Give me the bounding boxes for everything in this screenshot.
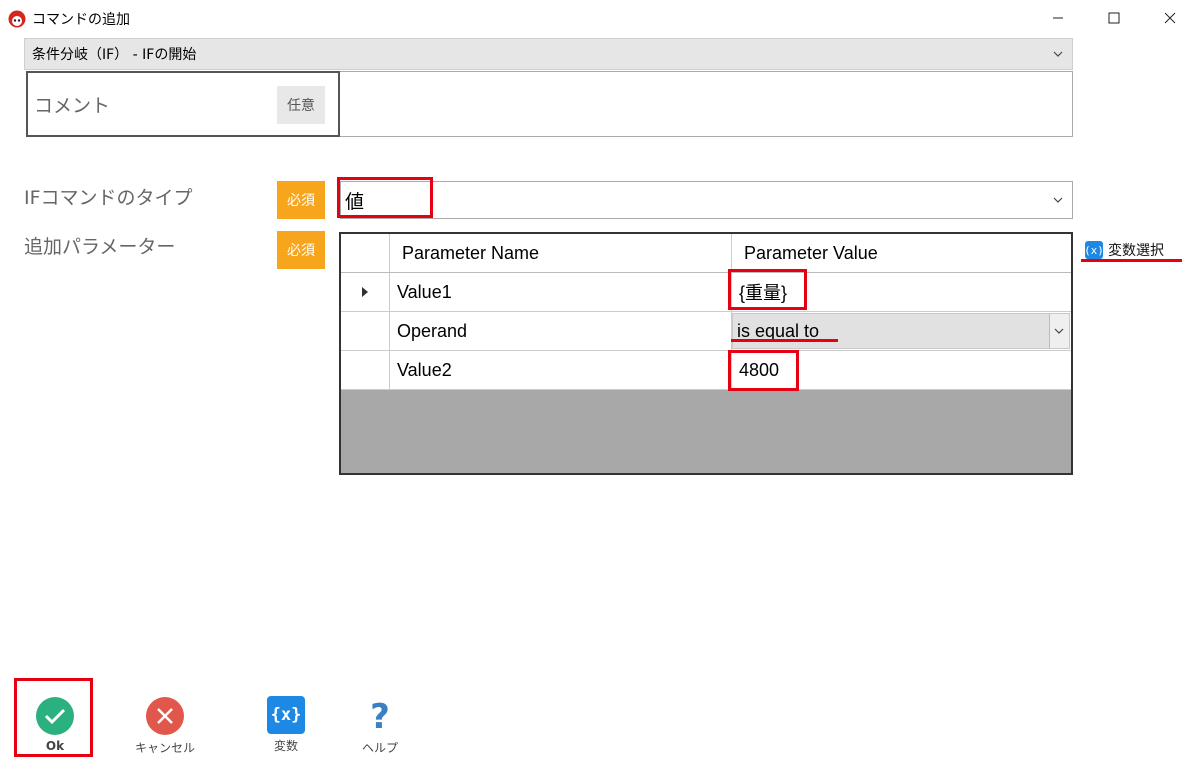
variable-select-link[interactable]: (x) 変数選択 bbox=[1084, 238, 1164, 262]
help-icon: ? bbox=[360, 696, 400, 736]
app-icon bbox=[8, 10, 26, 28]
cancel-button[interactable]: キャンセル bbox=[125, 692, 205, 756]
window-title: コマンドの追加 bbox=[32, 12, 130, 28]
close-icon bbox=[1164, 12, 1176, 24]
help-button[interactable]: ? ヘルプ bbox=[340, 692, 420, 756]
variables-icon-text: {x} bbox=[270, 705, 302, 725]
variables-button[interactable]: {x} 変数 bbox=[246, 692, 326, 756]
minimize-button[interactable] bbox=[1030, 0, 1086, 36]
operand-dropdown-button[interactable] bbox=[1049, 314, 1069, 348]
param-value-cell[interactable]: {重量} bbox=[732, 273, 1071, 311]
title-bar: コマンドの追加 bbox=[0, 0, 1200, 36]
parameter-grid: Parameter Name Parameter Value Value1 {重… bbox=[339, 232, 1073, 475]
header-corner bbox=[341, 234, 390, 272]
table-row[interactable]: Value1 {重量} bbox=[341, 273, 1071, 312]
ok-button[interactable]: Ok bbox=[15, 692, 95, 756]
param-name-cell[interactable]: Value1 bbox=[390, 273, 732, 311]
help-label: ヘルプ bbox=[361, 741, 398, 755]
grid-header: Parameter Name Parameter Value bbox=[341, 234, 1071, 273]
chevron-down-icon bbox=[1053, 197, 1063, 203]
comment-input[interactable] bbox=[340, 71, 1073, 137]
minimize-icon bbox=[1053, 17, 1063, 19]
if-type-select[interactable]: 値 bbox=[340, 181, 1073, 219]
maximize-button[interactable] bbox=[1086, 0, 1142, 36]
variable-select-label: 変数選択 bbox=[1108, 243, 1164, 259]
param-name-cell[interactable]: Value2 bbox=[390, 351, 732, 389]
maximize-icon bbox=[1108, 12, 1120, 24]
variables-icon: {x} bbox=[267, 696, 305, 734]
operand-value: is equal to bbox=[737, 320, 820, 341]
row-selector[interactable] bbox=[341, 351, 390, 389]
command-select-value: 条件分岐（IF） - IFの開始 bbox=[32, 47, 197, 63]
variable-icon: (x) bbox=[1084, 241, 1104, 259]
chevron-down-icon bbox=[1054, 328, 1064, 334]
table-row[interactable]: Operand is equal to bbox=[341, 312, 1071, 351]
if-type-value: 値 bbox=[345, 190, 365, 213]
svg-text:?: ? bbox=[370, 697, 390, 736]
optional-badge: 任意 bbox=[277, 86, 325, 124]
chevron-down-icon bbox=[1053, 51, 1063, 57]
row-selector[interactable] bbox=[341, 273, 390, 311]
column-header-value[interactable]: Parameter Value bbox=[732, 234, 1071, 272]
cancel-icon bbox=[145, 696, 185, 736]
required-badge-if-type: 必須 bbox=[277, 181, 325, 219]
if-type-label: IFコマンドのタイプ bbox=[24, 187, 193, 209]
check-icon bbox=[35, 696, 75, 736]
variables-label: 変数 bbox=[273, 739, 298, 753]
row-selector[interactable] bbox=[341, 312, 390, 350]
cancel-label: キャンセル bbox=[134, 741, 195, 755]
close-button[interactable] bbox=[1142, 0, 1198, 36]
column-header-name[interactable]: Parameter Name bbox=[390, 234, 732, 272]
required-badge-params: 必須 bbox=[277, 231, 325, 269]
row-selector-icon bbox=[362, 287, 368, 297]
table-row[interactable]: Value2 4800 bbox=[341, 351, 1071, 390]
command-select[interactable]: 条件分岐（IF） - IFの開始 bbox=[24, 38, 1073, 70]
ok-label: Ok bbox=[45, 739, 65, 753]
comment-label: コメント bbox=[34, 95, 111, 117]
params-label: 追加パラメーター bbox=[24, 236, 176, 258]
operand-select[interactable]: is equal to bbox=[732, 313, 1070, 349]
param-value-cell[interactable]: 4800 bbox=[732, 351, 1071, 389]
param-name-cell[interactable]: Operand bbox=[390, 312, 732, 350]
